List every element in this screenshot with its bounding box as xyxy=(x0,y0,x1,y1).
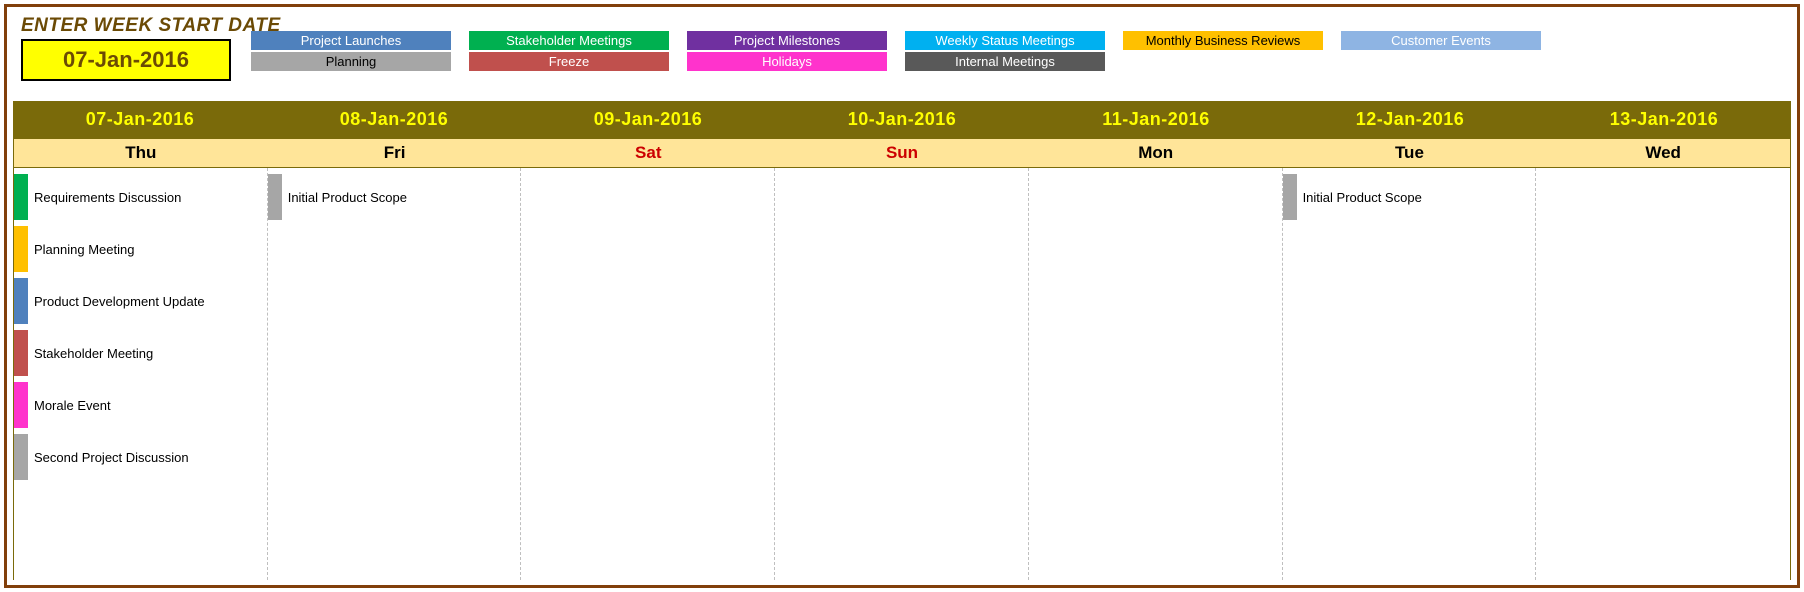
day-header: Wed xyxy=(1536,139,1790,167)
day-header: Tue xyxy=(1283,139,1537,167)
calendar-event[interactable]: Stakeholder Meeting xyxy=(14,330,267,376)
date-header: 12-Jan-2016 xyxy=(1283,101,1537,138)
legend: Project Launches Stakeholder Meetings Proj… xyxy=(251,15,1777,71)
event-label: Stakeholder Meeting xyxy=(28,346,153,361)
legend-row-1: Project Launches Stakeholder Meetings Proj… xyxy=(251,31,1777,50)
event-label: Initial Product Scope xyxy=(1297,190,1422,205)
legend-chip: Stakeholder Meetings xyxy=(469,31,669,50)
calendar-event[interactable]: Initial Product Scope xyxy=(268,174,521,220)
event-label: Product Development Update xyxy=(28,294,205,309)
legend-chip: Project Launches xyxy=(251,31,451,50)
event-category-bar xyxy=(14,434,28,480)
legend-chip: Planning xyxy=(251,52,451,71)
date-header: 09-Jan-2016 xyxy=(521,101,775,138)
calendar-event[interactable]: Morale Event xyxy=(14,382,267,428)
date-header: 08-Jan-2016 xyxy=(267,101,521,138)
day-column xyxy=(775,168,1029,580)
calendar-event[interactable]: Requirements Discussion xyxy=(14,174,267,220)
event-label: Initial Product Scope xyxy=(282,190,407,205)
day-column: Initial Product Scope xyxy=(268,168,522,580)
calendar-event[interactable]: Initial Product Scope xyxy=(1283,174,1536,220)
calendar-grid: Requirements Discussion Planning Meeting P… xyxy=(13,168,1791,580)
day-column: Initial Product Scope xyxy=(1283,168,1537,580)
day-header: Sun xyxy=(775,139,1029,167)
calendar-event[interactable]: Product Development Update xyxy=(14,278,267,324)
days-bar: ThuFriSatSunMonTueWed xyxy=(13,138,1791,168)
event-category-bar xyxy=(14,226,28,272)
legend-chip: Freeze xyxy=(469,52,669,71)
dates-bar: 07-Jan-201608-Jan-201609-Jan-201610-Jan-… xyxy=(13,101,1791,138)
day-header: Thu xyxy=(14,139,268,167)
event-category-bar xyxy=(14,382,28,428)
legend-chip: Project Milestones xyxy=(687,31,887,50)
day-column xyxy=(1029,168,1283,580)
legend-chip: Customer Events xyxy=(1341,31,1541,50)
day-column xyxy=(1536,168,1790,580)
week-start-date-input[interactable]: 07-Jan-2016 xyxy=(21,39,231,81)
legend-row-2: Planning Freeze Holidays Internal Meetings xyxy=(251,52,1777,71)
enter-week-label: ENTER WEEK START DATE xyxy=(21,15,231,37)
event-label: Morale Event xyxy=(28,398,111,413)
date-header: 13-Jan-2016 xyxy=(1537,101,1791,138)
calendar-event[interactable]: Second Project Discussion xyxy=(14,434,267,480)
calendar-frame: ENTER WEEK START DATE 07-Jan-2016 Projec… xyxy=(4,4,1800,588)
legend-chip: Weekly Status Meetings xyxy=(905,31,1105,50)
legend-chip: Internal Meetings xyxy=(905,52,1105,71)
event-category-bar xyxy=(268,174,282,220)
legend-chip: Monthly Business Reviews xyxy=(1123,31,1323,50)
calendar-event[interactable]: Planning Meeting xyxy=(14,226,267,272)
event-category-bar xyxy=(1283,174,1297,220)
date-header: 07-Jan-2016 xyxy=(13,101,267,138)
date-header: 11-Jan-2016 xyxy=(1029,101,1283,138)
top-row: ENTER WEEK START DATE 07-Jan-2016 Projec… xyxy=(13,15,1791,81)
day-column: Requirements Discussion Planning Meeting P… xyxy=(14,168,268,580)
event-category-bar xyxy=(14,278,28,324)
day-column xyxy=(521,168,775,580)
event-label: Planning Meeting xyxy=(28,242,134,257)
event-label: Second Project Discussion xyxy=(28,450,189,465)
event-category-bar xyxy=(14,330,28,376)
date-input-block: ENTER WEEK START DATE 07-Jan-2016 xyxy=(21,15,231,81)
legend-chip: Holidays xyxy=(687,52,887,71)
event-category-bar xyxy=(14,174,28,220)
event-label: Requirements Discussion xyxy=(28,190,181,205)
day-header: Mon xyxy=(1029,139,1283,167)
day-header: Sat xyxy=(521,139,775,167)
day-header: Fri xyxy=(268,139,522,167)
date-header: 10-Jan-2016 xyxy=(775,101,1029,138)
